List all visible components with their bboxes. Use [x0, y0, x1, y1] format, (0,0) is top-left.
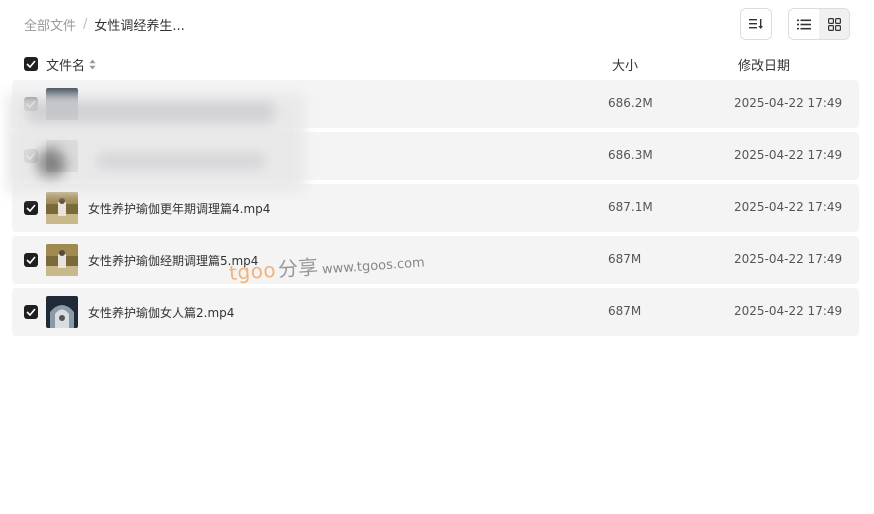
- breadcrumb-root-link[interactable]: 全部文件: [24, 15, 76, 34]
- file-modified-date: 2025-04-22 17:49: [734, 96, 843, 110]
- check-icon: [26, 256, 36, 264]
- video-thumbnail: [46, 296, 78, 328]
- select-all-checkbox[interactable]: [24, 57, 38, 71]
- file-size: 686.2M: [608, 96, 653, 110]
- list-view-button[interactable]: [789, 9, 819, 39]
- file-modified-date: 2025-04-22 17:49: [734, 252, 843, 266]
- watermark-brand: tgoo: [228, 257, 277, 285]
- list-view-icon: [797, 19, 811, 29]
- sort-button[interactable]: [740, 8, 772, 40]
- check-icon: [26, 308, 36, 316]
- file-browser: 全部文件 / 女性调经养生... 文件名 大小 修改日期 686.2M 2025…: [0, 0, 874, 514]
- watermark-share: 分享: [277, 254, 319, 282]
- file-row[interactable]: 女性养护瑜伽女人篇2.mp4 687M 2025-04-22 17:49: [12, 288, 859, 336]
- view-mode-switch: [788, 8, 850, 40]
- sort-toggle-icon[interactable]: [89, 59, 96, 70]
- file-size: 687M: [608, 252, 642, 266]
- file-modified-date: 2025-04-22 17:49: [734, 200, 843, 214]
- file-name[interactable]: 女性养护瑜伽更年期调理篇4.mp4: [88, 200, 270, 217]
- sort-icon: [749, 19, 763, 29]
- file-size: 687M: [608, 304, 642, 318]
- file-modified-date: 2025-04-22 17:49: [734, 304, 843, 318]
- breadcrumb-current-folder: 女性调经养生...: [94, 18, 185, 34]
- video-thumbnail: [46, 192, 78, 224]
- video-thumbnail: [46, 244, 78, 276]
- row-checkbox[interactable]: [24, 201, 38, 215]
- column-header-date[interactable]: 修改日期: [738, 55, 790, 74]
- file-size: 686.3M: [608, 148, 653, 162]
- breadcrumb: 全部文件 / 女性调经养生...: [24, 14, 185, 34]
- file-modified-date: 2025-04-22 17:49: [734, 148, 843, 162]
- redaction-blur: [6, 93, 306, 193]
- grid-view-button[interactable]: [819, 9, 849, 39]
- file-name[interactable]: 女性养护瑜伽女人篇2.mp4: [88, 304, 234, 321]
- breadcrumb-separator: /: [83, 16, 88, 32]
- file-row[interactable]: 女性养护瑜伽经期调理篇5.mp4 687M 2025-04-22 17:49: [12, 236, 859, 284]
- check-icon: [26, 204, 36, 212]
- column-header-name[interactable]: 文件名: [46, 55, 96, 74]
- file-list-header: 文件名 大小 修改日期: [0, 52, 874, 76]
- grid-view-icon: [827, 17, 841, 31]
- row-checkbox[interactable]: [24, 253, 38, 267]
- check-icon: [26, 60, 36, 68]
- column-header-name-label: 文件名: [46, 59, 86, 74]
- file-size: 687.1M: [608, 200, 653, 214]
- row-checkbox[interactable]: [24, 305, 38, 319]
- column-header-size[interactable]: 大小: [612, 55, 638, 74]
